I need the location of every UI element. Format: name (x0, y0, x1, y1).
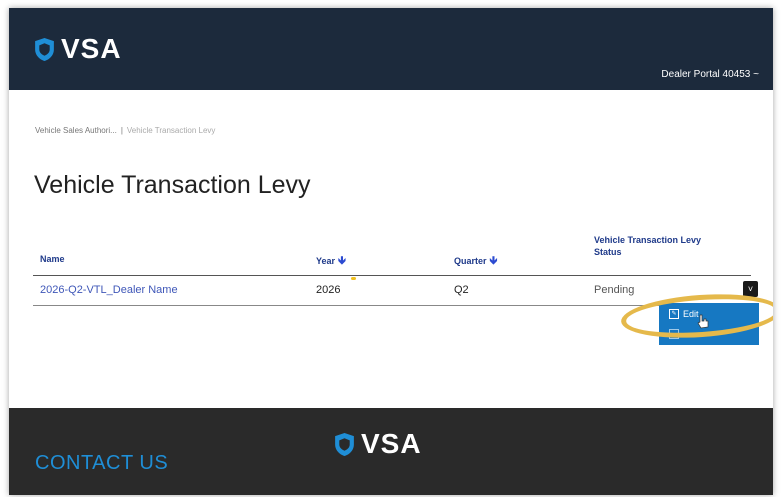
column-header-year[interactable]: Year 🡻 (316, 252, 346, 271)
column-header-name-label: Name (40, 254, 65, 264)
dealer-portal-menu[interactable]: Dealer Portal 40453 ~ (661, 69, 759, 80)
record-status: Pending (594, 284, 635, 296)
shield-logo-icon (335, 432, 354, 456)
sort-down-arrow-icon: 🡻 (489, 255, 498, 267)
shield-logo-icon (35, 37, 54, 61)
footer-brand-wordmark: VSA (361, 428, 422, 459)
table-header-divider (33, 275, 751, 276)
column-header-quarter-label: Quarter (454, 256, 487, 266)
column-header-status[interactable]: Vehicle Transaction Levy Status (594, 234, 701, 258)
record-name-link[interactable]: 2026-Q2-VTL_Dealer Name (40, 284, 178, 296)
sort-down-arrow-icon: 🡻 (338, 255, 346, 267)
breadcrumb: Vehicle Sales Authori... | Vehicle Transac… (35, 126, 215, 135)
hand-cursor-icon (697, 314, 709, 329)
record-quarter: Q2 (454, 284, 469, 296)
vsa-logo[interactable]: VSA (34, 35, 122, 63)
site-header: VSA Dealer Portal 40453 ~ (9, 8, 773, 90)
browser-frame: VSA Dealer Portal 40453 ~ Vehicle Sales … (9, 8, 773, 495)
brand-wordmark: VSA (61, 33, 122, 64)
chevron-down-icon: ˅ (747, 284, 754, 294)
footer-vsa-logo[interactable]: VSA (334, 430, 422, 458)
page-title: Vehicle Transaction Levy (34, 171, 311, 199)
column-header-quarter[interactable]: Quarter 🡻 (454, 252, 497, 271)
column-header-status-line1: Vehicle Transaction Levy (594, 235, 702, 245)
cursor-marker (351, 277, 356, 280)
contact-us-link[interactable]: CONTACT US (35, 452, 168, 475)
column-header-year-label: Year (316, 256, 336, 266)
record-year: 2026 (316, 284, 341, 296)
breadcrumb-separator: | (120, 126, 123, 135)
breadcrumb-current: Vehicle Transaction Levy (126, 126, 216, 135)
column-header-status-line2: Status (594, 247, 622, 257)
breadcrumb-root-link[interactable]: Vehicle Sales Authori... (35, 126, 117, 135)
column-header-name[interactable]: Name (40, 254, 65, 264)
